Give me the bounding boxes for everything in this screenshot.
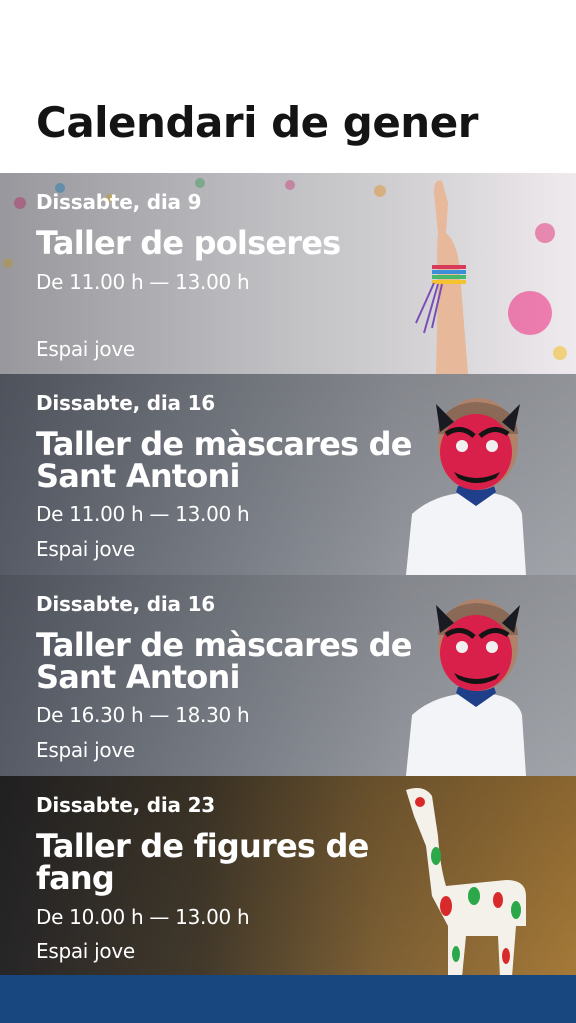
- event-card[interactable]: Dissabte, dia 16 Taller de màscares de S…: [0, 575, 576, 776]
- event-time: De 11.00 h — 13.00 h: [36, 502, 250, 526]
- event-title: Taller de màscares de Sant Antoni: [36, 425, 412, 495]
- event-time: De 10.00 h — 13.00 h: [36, 905, 250, 929]
- event-date: Dissabte, dia 16: [36, 592, 216, 616]
- event-place: Espai jove: [36, 738, 135, 762]
- bracelet-hand-image: [415, 180, 468, 374]
- event-place: Espai jove: [36, 337, 135, 361]
- event-title: Taller de figures de fang: [36, 827, 369, 897]
- footer-bar: [0, 975, 576, 1023]
- event-time: De 16.30 h — 18.30 h: [36, 703, 250, 727]
- page-title: Calendari de gener: [36, 98, 478, 147]
- event-card[interactable]: Dissabte, dia 9 Taller de polseres De 11…: [0, 173, 576, 374]
- event-date: Dissabte, dia 9: [36, 190, 202, 214]
- event-date: Dissabte, dia 23: [36, 793, 216, 817]
- event-date: Dissabte, dia 16: [36, 391, 216, 415]
- event-list: Dissabte, dia 9 Taller de polseres De 11…: [0, 173, 576, 977]
- event-time: De 11.00 h — 13.00 h: [36, 270, 250, 294]
- event-title: Taller de polseres: [36, 224, 341, 262]
- event-place: Espai jove: [36, 939, 135, 963]
- event-card[interactable]: Dissabte, dia 23 Taller de figures de fa…: [0, 776, 576, 977]
- event-place: Espai jove: [36, 537, 135, 561]
- event-title: Taller de màscares de Sant Antoni: [36, 626, 412, 696]
- event-card[interactable]: Dissabte, dia 16 Taller de màscares de S…: [0, 374, 576, 575]
